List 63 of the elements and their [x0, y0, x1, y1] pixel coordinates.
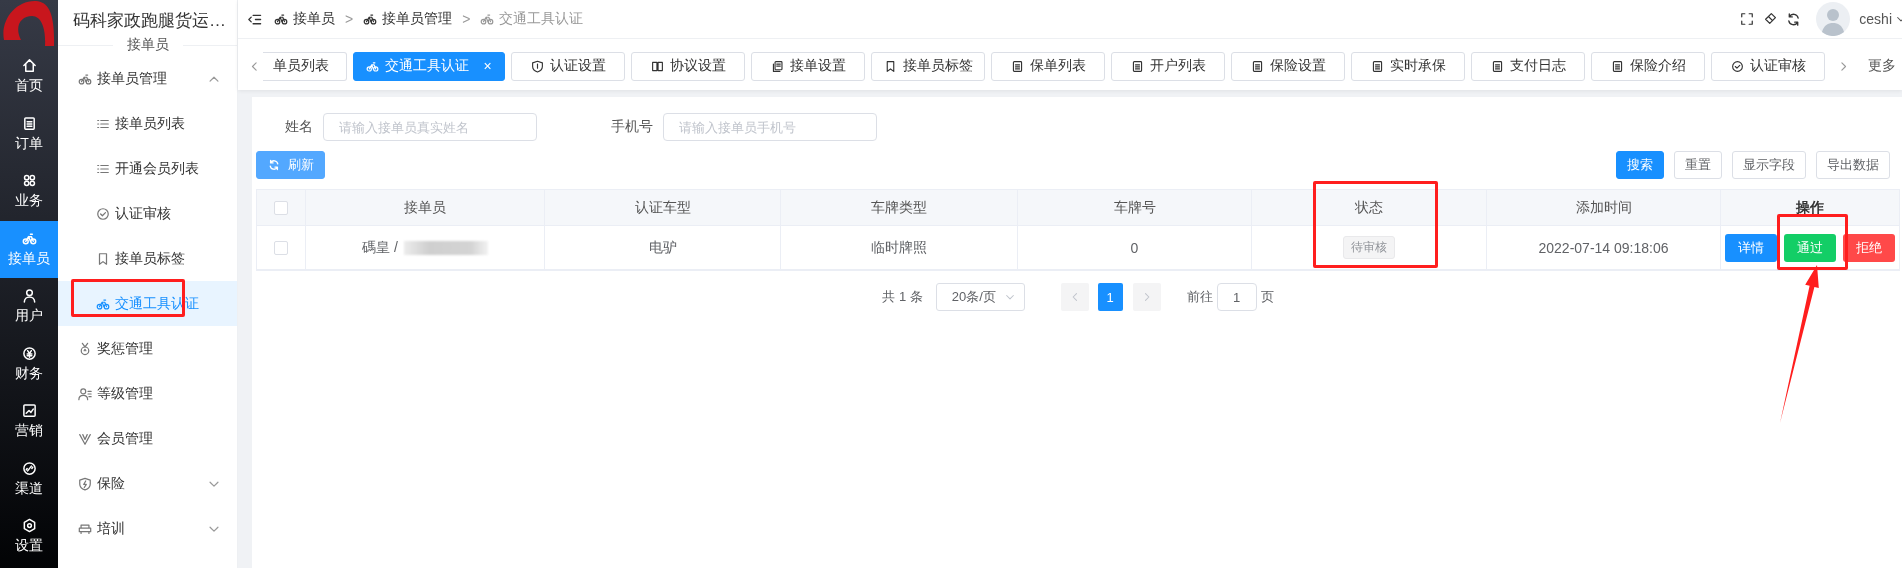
input-field[interactable]: 请输入接单员真实姓名: [323, 113, 537, 141]
table-cell: 电驴: [545, 226, 781, 270]
total-count: 共 1 条: [882, 288, 923, 306]
breadcrumb-separator: >: [462, 11, 471, 27]
tab[interactable]: 认证设置: [511, 51, 625, 81]
rail-item[interactable]: 首页: [0, 48, 58, 106]
rail-item[interactable]: 渠道: [0, 450, 58, 508]
goto-suffix: 页: [1260, 288, 1274, 306]
table-cell: 2022-07-14 09:18:06: [1487, 226, 1721, 270]
table-cell: 临时牌照: [781, 226, 1018, 270]
more-dropdown[interactable]: 更多: [1868, 57, 1896, 75]
breadcrumb-link[interactable]: 接单员: [274, 10, 335, 28]
table-cell: 0: [1018, 226, 1252, 270]
menu-item[interactable]: 接单员管理: [58, 56, 237, 101]
rail-item[interactable]: 业务: [0, 163, 58, 221]
tab[interactable]: 接单设置: [751, 51, 865, 81]
toolbar-button[interactable]: 重置: [1674, 151, 1722, 179]
column-header: 添加时间: [1487, 190, 1721, 226]
goto-label: 前往: [1186, 288, 1213, 306]
breadcrumb-link[interactable]: 接单员管理: [363, 10, 453, 28]
tab[interactable]: 保单列表: [991, 51, 1105, 81]
menu-item[interactable]: 等级管理: [58, 371, 237, 416]
tab[interactable]: 实时承保: [1351, 51, 1465, 81]
menu-item[interactable]: 开通会员列表: [58, 146, 237, 191]
tab[interactable]: 保险设置: [1231, 51, 1345, 81]
rail-item[interactable]: 订单: [0, 105, 58, 163]
tab[interactable]: 协议设置: [631, 51, 745, 81]
menu-item[interactable]: 保险: [58, 461, 237, 506]
column-header: 接单员: [306, 190, 545, 226]
rail-item[interactable]: 设置: [0, 508, 58, 566]
menu-item[interactable]: 认证审核: [58, 191, 237, 236]
tab[interactable]: 单员列表: [263, 51, 347, 81]
input-field[interactable]: 请输入接单员手机号: [663, 113, 877, 141]
column-header: 状态: [1252, 190, 1487, 226]
column-header: 车牌类型: [781, 190, 1018, 226]
rail-item[interactable]: 营销: [0, 393, 58, 451]
tab[interactable]: 接单员标签: [871, 51, 985, 81]
menu-item[interactable]: 接单员标签: [58, 236, 237, 281]
column-header: 认证车型: [545, 190, 781, 226]
tab[interactable]: 认证审核: [1711, 51, 1825, 81]
page-input[interactable]: 1: [1216, 283, 1257, 311]
toolbar-button[interactable]: 显示字段: [1732, 151, 1806, 179]
page-size-select[interactable]: 20条/页: [935, 283, 1025, 311]
menu-item[interactable]: 会员管理: [58, 416, 237, 461]
table-cell: 碼皇 /: [362, 238, 398, 257]
breadcrumb-separator: >: [345, 11, 354, 27]
menu-item[interactable]: 奖惩管理: [58, 326, 237, 371]
app-title: 码科家政跑腿货运…: [72, 10, 227, 32]
user-name[interactable]: ceshi: [1859, 11, 1902, 27]
rail-item[interactable]: 用户: [0, 278, 58, 336]
menu-item[interactable]: 培训: [58, 506, 237, 551]
tab[interactable]: 开户列表: [1111, 51, 1225, 81]
tab[interactable]: 保险介绍: [1591, 51, 1705, 81]
toolbar-button[interactable]: 导出数据: [1816, 151, 1890, 179]
field-label: 姓名: [284, 118, 313, 136]
column-header: 操作: [1721, 190, 1900, 226]
tab[interactable]: 支付日志: [1471, 51, 1585, 81]
column-header: 车牌号: [1018, 190, 1252, 226]
status-tag: 待审核: [1343, 236, 1395, 259]
menu-item[interactable]: 接单员列表: [58, 101, 237, 146]
rail-item[interactable]: 财务: [0, 335, 58, 393]
field-label: 手机号: [610, 118, 653, 136]
section-title: 接单员: [112, 36, 183, 54]
